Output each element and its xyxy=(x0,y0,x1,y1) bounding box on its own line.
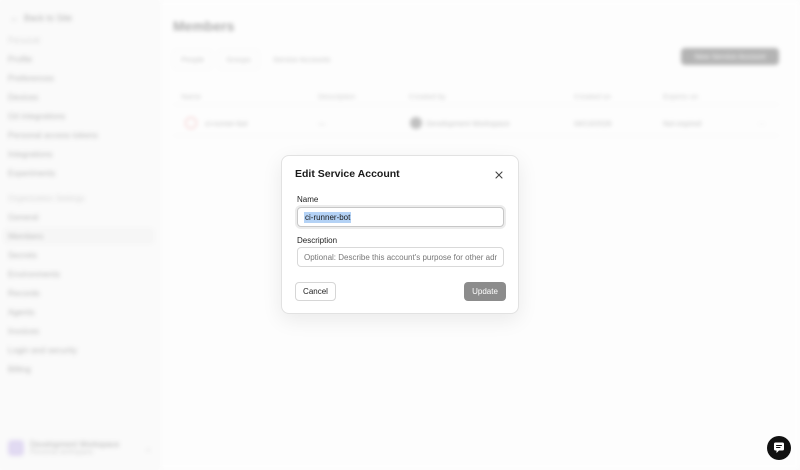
description-input[interactable] xyxy=(297,247,504,267)
close-icon[interactable] xyxy=(493,168,505,180)
name-input[interactable] xyxy=(297,207,504,227)
description-label: Description xyxy=(297,236,338,245)
dialog-title: Edit Service Account xyxy=(295,168,400,180)
chat-icon[interactable] xyxy=(767,436,791,460)
update-button[interactable]: Update xyxy=(464,282,506,301)
name-label: Name xyxy=(297,195,319,204)
cancel-button[interactable]: Cancel xyxy=(295,282,336,301)
edit-service-account-dialog: Edit Service Account Name ci-runner-bot … xyxy=(281,155,519,314)
